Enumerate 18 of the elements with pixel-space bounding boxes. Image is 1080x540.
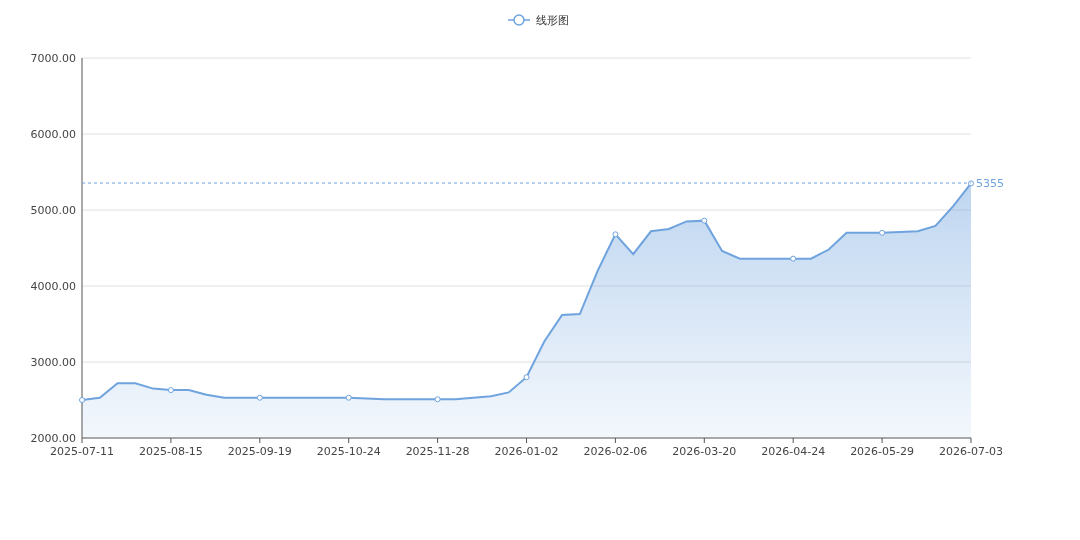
- x-axis-label: 2026-03-20: [672, 445, 737, 458]
- x-axis-label: 2026-01-02: [494, 445, 559, 458]
- y-axis-label: 7000.00: [30, 52, 76, 65]
- x-axis-label: 2025-07-11: [50, 445, 114, 458]
- x-axis-label: 2025-09-19: [227, 445, 292, 458]
- x-axis-label: 2026-02-06: [583, 445, 648, 458]
- y-axis-label: 4000.00: [30, 280, 76, 293]
- x-axis-label: 2026-05-29: [850, 445, 915, 458]
- y-axis-label: 2000.00: [30, 432, 76, 445]
- reference-label: 5355: [976, 177, 1004, 190]
- x-axis-label: 2025-11-28: [405, 445, 470, 458]
- x-axis-label: 2025-08-15: [138, 445, 203, 458]
- y-axis-label: 3000.00: [30, 356, 76, 369]
- x-axis-label: 2025-10-24: [316, 445, 381, 458]
- y-axis-label: 6000.00: [30, 128, 76, 141]
- y-axis-label: 5000.00: [30, 204, 76, 217]
- x-axis-label: 2026-04-24: [761, 445, 826, 458]
- x-axis-label: 2026-07-03: [939, 445, 1003, 458]
